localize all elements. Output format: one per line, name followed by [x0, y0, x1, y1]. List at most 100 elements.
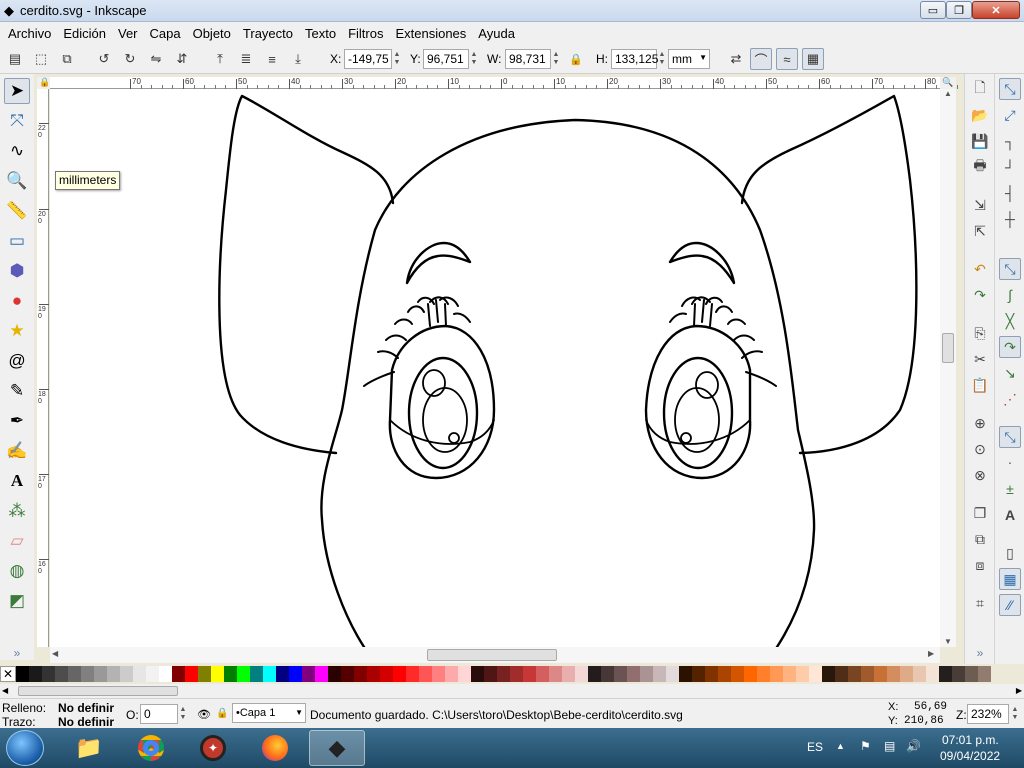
color-swatch[interactable] — [809, 666, 822, 682]
snap-bbox-midpoints-icon[interactable]: ┤ — [999, 182, 1021, 204]
color-swatch[interactable] — [380, 666, 393, 682]
node-tool-icon[interactable]: ⤧ — [4, 108, 30, 134]
scroll-right-icon[interactable]: ▶ — [928, 649, 938, 661]
color-swatch[interactable] — [965, 666, 978, 682]
3d-box-tool-icon[interactable]: ⬢ — [4, 258, 30, 284]
undo-icon[interactable]: ↶ — [969, 258, 991, 280]
clone-icon[interactable]: ⧉ — [969, 528, 991, 550]
measure-tool-icon[interactable]: 📏 — [4, 198, 30, 224]
palette-scrollbar[interactable]: ◀ ▶ — [0, 684, 1024, 698]
palette-scroll-right-icon[interactable]: ▶ — [1016, 686, 1022, 695]
color-swatch[interactable] — [523, 666, 536, 682]
pen-tool-icon[interactable]: ✒ — [4, 408, 30, 434]
snap-page-border-icon[interactable]: ▯ — [999, 542, 1021, 564]
color-swatch[interactable] — [588, 666, 601, 682]
rectangle-tool-icon[interactable]: ▭ — [4, 228, 30, 254]
paste-icon[interactable]: 📋 — [969, 374, 991, 396]
zoom-drawing-icon[interactable]: ⊙ — [969, 438, 991, 460]
flip-vertical-icon[interactable]: ⇵ — [171, 48, 193, 70]
raise-to-top-icon[interactable]: ⤒ — [209, 48, 231, 70]
color-swatch[interactable] — [575, 666, 588, 682]
scroll-down-icon[interactable]: ▼ — [940, 637, 956, 647]
deselect-icon[interactable]: ⧉ — [56, 48, 78, 70]
zoom-selection-icon[interactable]: ⊕ — [969, 412, 991, 434]
menu-filtros[interactable]: Filtros — [348, 26, 383, 41]
action-center-icon[interactable]: ⚑ — [860, 739, 871, 753]
color-swatch[interactable] — [328, 666, 341, 682]
chrome-icon[interactable] — [123, 730, 179, 766]
color-swatch[interactable] — [471, 666, 484, 682]
group-icon[interactable]: ⌗ — [969, 592, 991, 614]
color-swatch[interactable] — [354, 666, 367, 682]
color-swatch[interactable] — [302, 666, 315, 682]
vertical-scrollbar[interactable]: ▲ ▼ — [940, 89, 956, 647]
color-swatch[interactable] — [497, 666, 510, 682]
duplicate-icon[interactable]: ❐ — [969, 502, 991, 524]
pencil-tool-icon[interactable]: ✎ — [4, 378, 30, 404]
palette-scroll-thumb[interactable] — [18, 686, 178, 696]
color-swatch[interactable] — [419, 666, 432, 682]
menu-capa[interactable]: Capa — [150, 26, 181, 41]
color-swatch[interactable] — [939, 666, 952, 682]
color-swatch[interactable] — [510, 666, 523, 682]
eraser-tool-icon[interactable]: ▱ — [4, 528, 30, 554]
color-swatch[interactable] — [185, 666, 198, 682]
zoom-corner-icon[interactable]: 🔍 — [940, 77, 956, 89]
color-swatch[interactable] — [718, 666, 731, 682]
scroll-up-icon[interactable]: ▲ — [940, 89, 956, 99]
color-swatch[interactable] — [822, 666, 835, 682]
menu-ayuda[interactable]: Ayuda — [478, 26, 515, 41]
snap-text-baseline-icon[interactable]: A — [999, 504, 1021, 526]
color-swatch[interactable] — [445, 666, 458, 682]
color-swatch[interactable] — [42, 666, 55, 682]
color-swatch[interactable] — [744, 666, 757, 682]
snap-midpoints-icon[interactable]: ⋰ — [999, 388, 1021, 410]
lock-guides-icon[interactable]: 🔒 — [39, 77, 50, 88]
color-swatch[interactable] — [926, 666, 939, 682]
clock-time[interactable]: 07:01 p.m. — [942, 733, 999, 747]
h-spin-arrows-icon[interactable]: ▲ ▼ — [657, 49, 667, 69]
color-swatch[interactable] — [653, 666, 666, 682]
color-swatch[interactable] — [107, 666, 120, 682]
y-spin-arrows-icon[interactable]: ▲ ▼ — [469, 49, 479, 69]
snap-bbox-icon[interactable]: ⤢ — [999, 104, 1021, 126]
color-swatch[interactable] — [484, 666, 497, 682]
color-swatch[interactable] — [835, 666, 848, 682]
menu-objeto[interactable]: Objeto — [193, 26, 231, 41]
print-icon[interactable]: 🖶 — [969, 156, 991, 178]
color-swatch[interactable] — [913, 666, 926, 682]
color-swatch[interactable] — [900, 666, 913, 682]
open-document-icon[interactable]: 📂 — [969, 104, 991, 126]
unit-select[interactable]: mm ▼ — [668, 49, 710, 69]
color-swatch[interactable] — [601, 666, 614, 682]
color-swatch[interactable] — [614, 666, 627, 682]
color-swatch[interactable] — [146, 666, 159, 682]
scroll-left-icon[interactable]: ◀ — [52, 649, 62, 661]
opacity-spin-arrows-icon[interactable]: ▲ ▼ — [178, 704, 188, 724]
gradient-tool-icon[interactable]: ◩ — [4, 588, 30, 614]
snap-others-icon[interactable]: ⤡ — [999, 426, 1021, 448]
import-icon[interactable]: ⇲ — [969, 194, 991, 216]
layer-visibility-icon[interactable]: 👁 — [197, 708, 211, 721]
color-swatch[interactable] — [198, 666, 211, 682]
color-swatch[interactable] — [861, 666, 874, 682]
stroke-value[interactable]: No definir — [58, 715, 114, 729]
snap-smooth-nodes-icon[interactable]: ↘ — [999, 362, 1021, 384]
color-swatch[interactable] — [796, 666, 809, 682]
snap-rotation-centers-icon[interactable]: ± — [999, 478, 1021, 500]
x-spin-arrows-icon[interactable]: ▲ ▼ — [392, 49, 402, 69]
palette-scroll-left-icon[interactable]: ◀ — [2, 686, 8, 695]
color-swatch[interactable] — [406, 666, 419, 682]
color-swatch[interactable] — [848, 666, 861, 682]
layer-lock-icon[interactable]: 🔒 — [216, 708, 228, 719]
fill-value[interactable]: No definir — [58, 701, 114, 715]
scale-corners-icon[interactable]: ⌒ — [750, 48, 772, 70]
color-swatch[interactable] — [341, 666, 354, 682]
flip-horizontal-icon[interactable]: ⇋ — [145, 48, 167, 70]
color-swatch[interactable] — [874, 666, 887, 682]
lock-proportions-icon[interactable]: 🔒 — [565, 48, 587, 70]
menu-extensiones[interactable]: Extensiones — [395, 26, 466, 41]
color-swatch[interactable] — [315, 666, 328, 682]
save-document-icon[interactable]: 💾 — [969, 130, 991, 152]
color-swatch[interactable] — [562, 666, 575, 682]
